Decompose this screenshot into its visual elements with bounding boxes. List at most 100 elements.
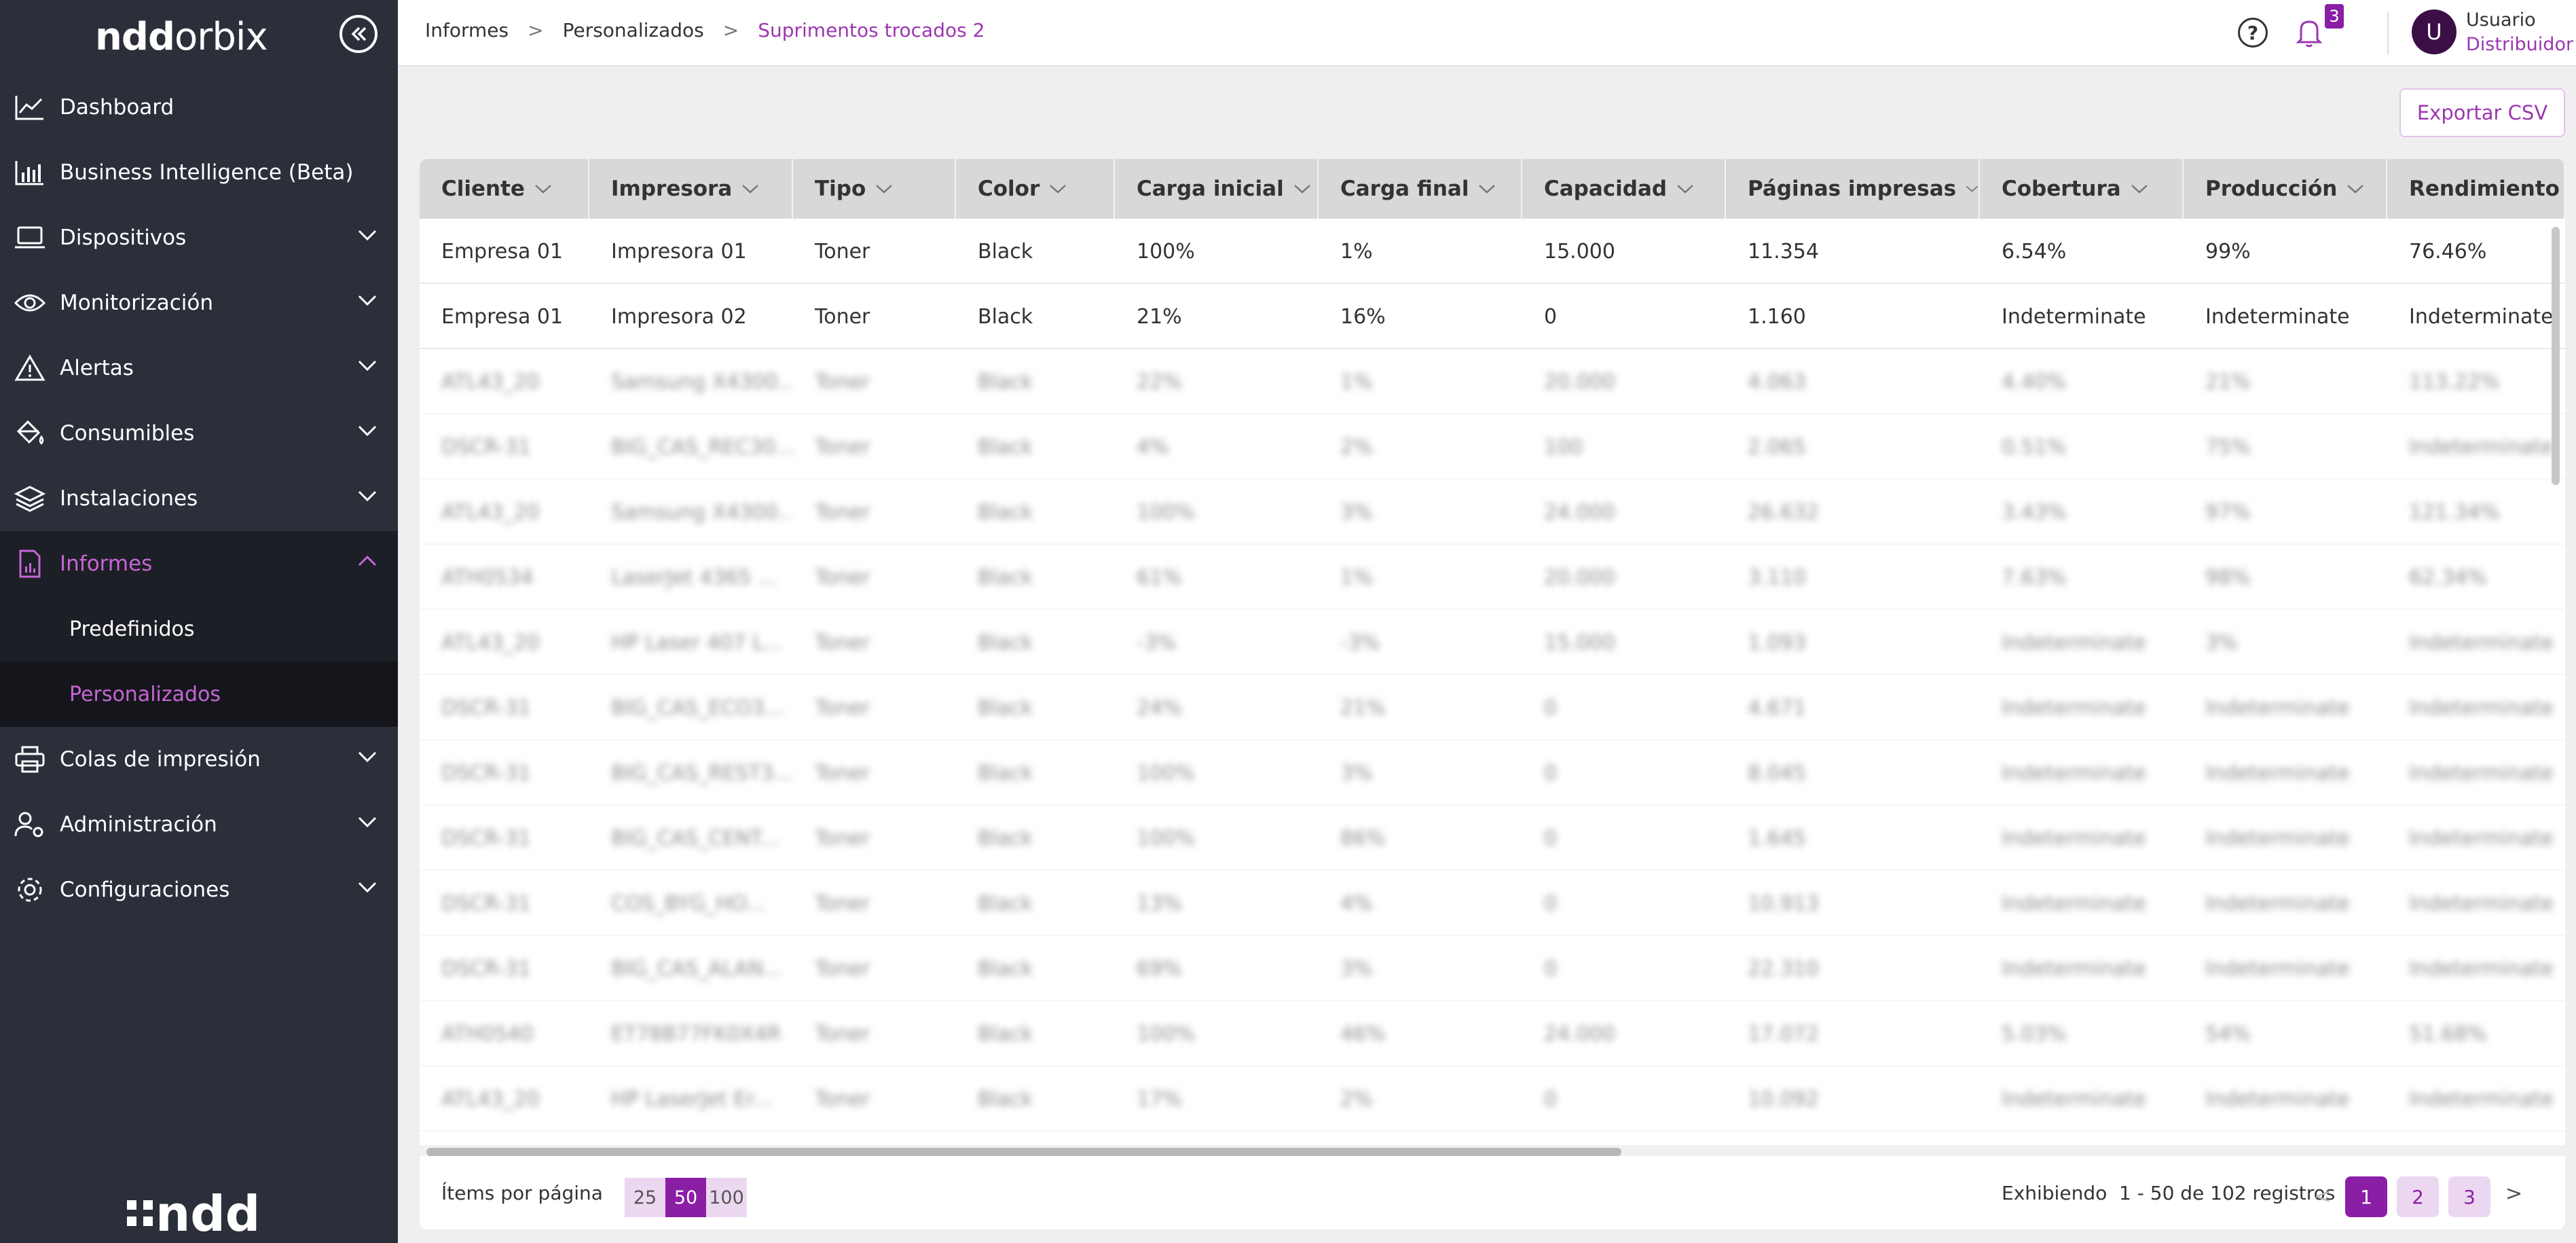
table-row-blurred[interactable]: DSCR-31 BIG_CAS_REC30... Toner Black 4% 2% 100…	[420, 414, 2565, 480]
chevron-down-icon	[2131, 185, 2148, 194]
horizontal-scrollbar[interactable]	[426, 1148, 1621, 1156]
table-cell: Indeterminate	[2409, 826, 2554, 850]
column-header[interactable]: Cliente	[420, 159, 589, 219]
next-page-icon[interactable]: >	[2505, 1182, 2522, 1206]
sidebar-item-consumibles[interactable]: Consumibles	[0, 401, 398, 466]
per-page-option-50[interactable]: 50	[665, 1178, 706, 1217]
breadcrumb-informes[interactable]: Informes	[425, 19, 509, 41]
table-row-blurred[interactable]: DSCR-31 BIG_CAS_CENT... Toner Black 100% 86% 0…	[420, 806, 2565, 871]
sidebar-item-dispositivos[interactable]: Dispositivos	[0, 205, 398, 270]
sidebar-item-monitorizacion[interactable]: Monitorización	[0, 270, 398, 336]
table-cell: 6.54%	[2002, 239, 2067, 264]
sidebar-item-alertas[interactable]: Alertas	[0, 336, 398, 401]
column-header-label: Producción	[2205, 177, 2338, 201]
vertical-scrollbar[interactable]	[2552, 227, 2560, 485]
column-header-label: Rendimiento	[2409, 177, 2560, 201]
sidebar-item-label: Dispositivos	[60, 226, 187, 250]
table-cell: 0	[1544, 956, 1558, 981]
column-header[interactable]: Rendimiento	[2387, 159, 2565, 219]
export-csv-button[interactable]: Exportar CSV	[2399, 88, 2565, 137]
table-cell: 3.43%	[2002, 500, 2067, 524]
column-header[interactable]: Color	[956, 159, 1115, 219]
column-header[interactable]: Impresora	[589, 159, 793, 219]
table-cell: 113.22%	[2409, 370, 2500, 394]
table-cell: 1%	[1340, 565, 1373, 590]
per-page-option-25[interactable]: 25	[625, 1178, 665, 1217]
chevron-down-icon	[358, 490, 377, 502]
page-button-1[interactable]: 1	[2345, 1176, 2387, 1217]
sidebar-item-configuraciones[interactable]: Configuraciones	[0, 857, 398, 922]
column-header-label: Tipo	[815, 177, 866, 201]
chevron-down-icon	[1479, 185, 1496, 194]
table-row-blurred[interactable]: ATL43_20 HP LaserJet Er... Toner Black 17% 2%…	[420, 1066, 2565, 1132]
footer-logo-text: ndd	[155, 1185, 261, 1242]
table-row-blurred[interactable]: ATL43_20 HP Laser 407 L... Toner Black -3% -3…	[420, 610, 2565, 675]
sidebar-item-informes[interactable]: Informes	[0, 531, 398, 596]
chevron-down-icon	[1966, 185, 1979, 192]
per-page-option-100[interactable]: 100	[706, 1178, 747, 1217]
table-cell: 61%	[1137, 565, 1182, 590]
collapse-sidebar-button[interactable]	[339, 15, 378, 53]
table-cell: Impresora 01	[611, 239, 747, 264]
table-cell: 1.160	[1748, 304, 1806, 329]
sidebar-item-colas-impresion[interactable]: Colas de impresión	[0, 727, 398, 792]
sidebar-item-instalaciones[interactable]: Instalaciones	[0, 466, 398, 531]
table-row-blurred[interactable]: ATL43_20 Samsung X4300... Toner Black 100% 3%…	[420, 480, 2565, 545]
table-cell: 69%	[1137, 956, 1182, 981]
table-row[interactable]: Empresa 01 Impresora 02 Toner Black 21% 16% 0 1…	[420, 284, 2565, 349]
table-cell: 46%	[1340, 1022, 1386, 1046]
table-cell: 0	[1544, 891, 1558, 916]
column-header[interactable]: Carga final	[1319, 159, 1522, 219]
sidebar-subitem-predefinidos[interactable]: Predefinidos	[0, 596, 398, 662]
printer-icon	[14, 743, 46, 776]
column-header-label: Impresora	[611, 177, 733, 201]
sidebar-item-label: Business Intelligence (Beta)	[60, 160, 354, 185]
table-cell: Toner	[815, 761, 870, 785]
page-button-2[interactable]: 2	[2397, 1176, 2439, 1217]
sidebar-item-label: Consumibles	[60, 421, 195, 446]
table-cell: 100%	[1137, 239, 1195, 264]
help-icon[interactable]: ?	[2238, 18, 2268, 48]
table-row-blurred[interactable]: ATL43_20 Samsung X4300... Toner Black 22% 1% 2…	[420, 349, 2565, 414]
table-row-blurred[interactable]: DSCR-31 BIG_CAS_ECO3... Toner Black 24% 21% 0 4…	[420, 675, 2565, 740]
table-row-blurred[interactable]: DSCR-31 BIG_CAS_ALAN... Toner Black 69% 3% 0 22…	[420, 936, 2565, 1001]
topbar: Informes > Personalizados > Suprimentos …	[398, 0, 2576, 67]
table-row-blurred[interactable]: DSCR-31 COS_BYG_HO... Toner Black 13% 4% 0 10.9…	[420, 871, 2565, 936]
sidebar-item-label: Informes	[60, 552, 153, 576]
breadcrumb-personalizados[interactable]: Personalizados	[563, 19, 704, 41]
table-cell: 1.093	[1748, 630, 1806, 655]
table-cell: Black	[978, 304, 1033, 329]
table-cell: 22.310	[1748, 956, 1819, 981]
prev-page-icon[interactable]: <	[2314, 1185, 2331, 1208]
column-header[interactable]: Capacidad	[1522, 159, 1726, 219]
table-cell: Black	[978, 239, 1033, 264]
bell-icon[interactable]	[2292, 15, 2326, 49]
table-cell: 24.000	[1544, 500, 1615, 524]
table-row-blurred[interactable]: DSCR-31 BIG_CAS_REST3... Toner Black 100% 3% 0…	[420, 740, 2565, 806]
sidebar-item-dashboard[interactable]: Dashboard	[0, 75, 398, 140]
user-info[interactable]: Usuario Distribuidor	[2466, 8, 2573, 57]
sidebar-item-administracion[interactable]: Administración	[0, 792, 398, 857]
table-cell: DSCR-31	[441, 761, 531, 785]
sidebar-subitem-personalizados[interactable]: Personalizados	[0, 662, 398, 727]
table-row-blurred[interactable]: ATH0540 ET78B77FK0X4R Toner Black 100% 46% 24.…	[420, 1001, 2565, 1066]
table-cell: DSCR-31	[441, 696, 531, 720]
table-cell: Indeterminate	[2409, 891, 2554, 916]
column-header[interactable]: Carga inicial	[1115, 159, 1319, 219]
table-cell: 4%	[1340, 891, 1373, 916]
sidebar-item-label: Configuraciones	[60, 878, 230, 902]
table-row-blurred[interactable]: ATH0534 LaserJet 4365 ... Toner Black 61% 1% 2…	[420, 545, 2565, 610]
avatar[interactable]: U	[2412, 10, 2457, 54]
sidebar-item-business-intelligence[interactable]: Business Intelligence (Beta)	[0, 140, 398, 205]
bar-chart-icon	[14, 156, 46, 189]
page-button-3[interactable]: 3	[2448, 1176, 2490, 1217]
column-header[interactable]: Cobertura	[1980, 159, 2184, 219]
column-header[interactable]: Páginas impresas	[1726, 159, 1980, 219]
table-row[interactable]: Empresa 01 Impresora 01 Toner Black 100% 1% 15…	[420, 219, 2565, 284]
column-header[interactable]: Producción	[2184, 159, 2387, 219]
double-chevron-left-icon	[351, 26, 367, 41]
column-header[interactable]: Tipo	[793, 159, 956, 219]
table-cell: 76.46%	[2409, 239, 2487, 264]
column-header-label: Color	[978, 177, 1040, 201]
report-icon	[14, 547, 46, 580]
